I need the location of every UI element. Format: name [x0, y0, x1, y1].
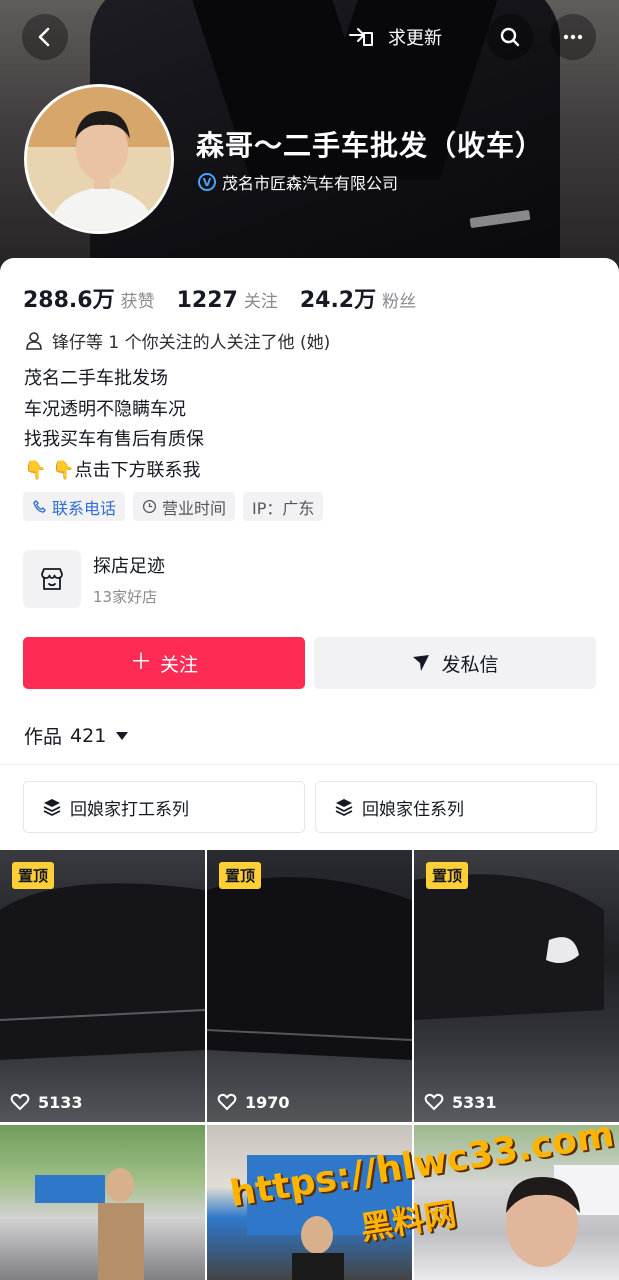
collections: 回娘家打工系列 回娘家住系列: [23, 781, 597, 833]
heart-icon: [217, 1093, 237, 1111]
mutual-followers-text: 锋仔等 1 个你关注的人关注了他 (她): [52, 333, 331, 353]
bio-line: 👇 👇点击下方联系我: [24, 459, 201, 481]
car-image: [207, 877, 412, 1060]
shop-image: [35, 1168, 144, 1280]
pointing-hand-icon: [349, 28, 373, 46]
pinned-badge: 置顶: [12, 862, 55, 889]
company-name: 茂名市匠森汽车有限公司: [222, 174, 399, 193]
person-icon: [26, 331, 42, 350]
profile-nickname: 森哥～二手车批发（收车）: [196, 129, 545, 162]
mutual-followers[interactable]: 锋仔等 1 个你关注的人关注了他 (她): [24, 328, 330, 353]
more-button[interactable]: [550, 14, 596, 60]
clock-icon: [142, 499, 157, 514]
contact-phone-tag[interactable]: 联系电话: [23, 492, 126, 521]
search-button[interactable]: [487, 14, 533, 60]
bio-line: 茂名二手车批发场: [24, 368, 168, 389]
video-thumbnail[interactable]: 置顶 5133: [0, 850, 205, 1122]
store-icon: [41, 568, 63, 590]
store-visits-count: 13家好店: [93, 587, 158, 606]
request-update-button[interactable]: 求更新: [346, 16, 442, 58]
stat-likes: 288.6万 获赞: [23, 288, 155, 313]
layers-icon: [43, 799, 61, 816]
car-image: [414, 874, 604, 1020]
video-thumbnail[interactable]: 置顶 5331: [414, 850, 619, 1122]
stat-following[interactable]: 1227 关注: [177, 287, 278, 313]
works-tab[interactable]: 作品 421: [24, 722, 129, 749]
business-hours-tag[interactable]: 营业时间: [133, 492, 236, 521]
profile-stats: 288.6万 获赞 1227 关注 24.2万 粉丝: [23, 282, 416, 314]
video-likes: 5133: [10, 1092, 83, 1112]
video-likes: 5331: [424, 1092, 497, 1112]
stat-followers[interactable]: 24.2万 粉丝: [300, 282, 416, 314]
request-update-label: 求更新: [388, 28, 442, 49]
profile-bio: 茂名二手车批发场 车况透明不隐瞒车况 找我买车有售后有质保 👇 👇点击下方联系我: [24, 364, 204, 486]
caret-down-icon: [116, 731, 129, 740]
collection-item[interactable]: 回娘家住系列: [315, 781, 597, 833]
video-thumbnail[interactable]: [0, 1125, 205, 1280]
video-thumbnail[interactable]: 置顶 1970: [207, 850, 412, 1122]
pinned-badge: 置顶: [426, 862, 469, 889]
pinned-badge: 置顶: [219, 862, 262, 889]
phone-icon: [33, 500, 46, 513]
profile-tags: 联系电话 营业时间 IP：广东: [23, 492, 324, 521]
heart-icon: [10, 1093, 30, 1111]
layers-icon: [335, 799, 353, 816]
plus-icon: ＋: [129, 650, 152, 675]
collection-item[interactable]: 回娘家打工系列: [23, 781, 305, 833]
verified-company: V 茂名市匠森汽车有限公司: [198, 170, 398, 194]
store-icon-box: [23, 550, 81, 608]
search-icon: [500, 27, 520, 47]
heart-icon: [424, 1093, 444, 1111]
message-button[interactable]: 发私信: [314, 637, 596, 689]
bio-line: 找我买车有售后有质保: [24, 429, 204, 450]
ip-location-tag: IP：广东: [243, 492, 324, 521]
avatar-photo: [27, 87, 171, 231]
more-dots-icon: [563, 34, 583, 40]
back-button[interactable]: [22, 14, 68, 60]
store-visits[interactable]: 探店足迹 13家好店: [23, 550, 165, 608]
chevron-left-icon: [38, 27, 50, 47]
follow-button[interactable]: ＋ 关注: [23, 637, 305, 689]
bio-line: 车况透明不隐瞒车况: [24, 398, 186, 420]
avatar[interactable]: [24, 84, 174, 234]
store-visits-title: 探店足迹: [93, 555, 165, 577]
verified-icon: V: [198, 173, 216, 191]
car-image: [0, 883, 205, 1060]
video-likes: 1970: [217, 1092, 290, 1112]
divider: [0, 764, 619, 765]
send-icon: [413, 655, 430, 671]
